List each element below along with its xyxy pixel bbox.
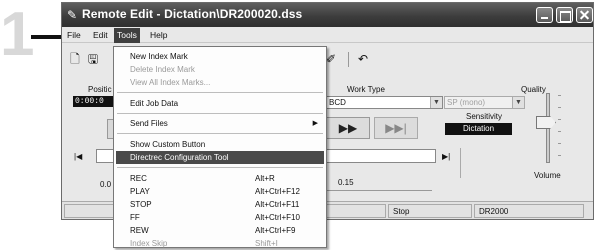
work-type-select[interactable]: BCD ▼ (326, 96, 443, 109)
skip-to-end-icon[interactable]: ▶| (442, 152, 452, 162)
work-type-label: Work Type (347, 85, 385, 94)
volume-tick (558, 107, 561, 108)
volume-tick (558, 143, 561, 144)
step-number: 1 (0, 0, 35, 69)
fast-forward-button[interactable]: ▶▶ (326, 117, 370, 139)
shortcut-label: Alt+R (255, 174, 275, 183)
shortcut-label: Alt+Ctrl+F9 (255, 226, 296, 235)
undo-icon[interactable]: ↶ (355, 51, 371, 67)
new-file-icon[interactable]: 🗋 (67, 51, 83, 67)
window-title: Remote Edit - Dictation\DR200020.dss (82, 7, 303, 21)
menu-item-rec[interactable]: REC Alt+R (116, 172, 324, 185)
minimize-button[interactable] (536, 7, 553, 23)
menu-help[interactable]: Help (150, 30, 167, 40)
menu-separator (117, 167, 323, 168)
status-device: DR2000 (474, 204, 584, 218)
volume-slider-thumb[interactable] (536, 116, 556, 129)
quality-value: SP (mono) (447, 98, 486, 107)
menu-item-delete-index-mark: Delete Index Mark (130, 65, 195, 74)
menu-item-play[interactable]: PLAY Alt+Ctrl+F12 (116, 185, 324, 198)
command-label: FF (130, 213, 140, 222)
volume-label: Volume (534, 171, 561, 180)
menu-separator (117, 113, 323, 114)
close-button[interactable] (576, 7, 593, 23)
volume-tick (558, 95, 561, 96)
menu-item-view-all-index-marks: View All Index Marks... (130, 78, 211, 87)
skip-to-start-icon[interactable]: |◀ (74, 152, 84, 162)
position-label: Positic (88, 85, 112, 94)
chevron-down-icon[interactable]: ▼ (430, 97, 442, 108)
menu-item-edit-job-data[interactable]: Edit Job Data (116, 97, 324, 110)
quality-label: Quality (521, 85, 546, 94)
quality-select[interactable]: SP (mono) ▼ (444, 96, 525, 109)
command-label: Index Skip (130, 239, 168, 248)
status-state: Stop (388, 204, 472, 218)
shortcut-label: Alt+Ctrl+F11 (255, 200, 300, 209)
command-label: PLAY (130, 187, 150, 196)
send-files-label: Send Files (130, 119, 168, 128)
maximize-button[interactable] (556, 7, 573, 23)
chevron-down-icon[interactable]: ▼ (512, 97, 524, 108)
toolbar-divider (348, 52, 349, 67)
submenu-arrow-icon: ▶ (312, 120, 318, 127)
menu-separator (117, 92, 323, 93)
menu-item-index-skip: Index Skip Shift+I (116, 237, 324, 250)
volume-tick (558, 155, 561, 156)
scale-value: 0.15 (338, 178, 354, 187)
level-meter (460, 148, 480, 178)
volume-tick (558, 119, 561, 120)
command-label: REC (130, 174, 147, 183)
position-display: 0:00:0 (73, 96, 113, 107)
sensitivity-display[interactable]: Dictation (445, 123, 512, 135)
sensitivity-label: Sensitivity (466, 112, 503, 121)
command-label: STOP (130, 200, 152, 209)
scale-start-value: 0.0 (100, 180, 112, 189)
title-bar: ✎ Remote Edit - Dictation\DR200020.dss (62, 3, 593, 27)
skip-forward-button[interactable]: ▶▶| (374, 117, 418, 139)
menu-tools[interactable]: Tools (114, 28, 140, 43)
menu-item-rew[interactable]: REW Alt+Ctrl+F9 (116, 224, 324, 237)
menu-edit[interactable]: Edit (93, 30, 108, 40)
pen-icon: ✎ (67, 8, 78, 22)
menu-item-new-index-mark[interactable]: New Index Mark (116, 50, 324, 63)
menu-item-send-files[interactable]: Send Files ▶ (116, 117, 324, 130)
menu-item-stop[interactable]: STOP Alt+Ctrl+F11 (116, 198, 324, 211)
menu-file[interactable]: File (67, 30, 81, 40)
tools-menu: New Index Mark Delete Index Mark View Al… (113, 46, 327, 248)
menu-item-show-custom-button[interactable]: Show Custom Button (116, 138, 324, 151)
shortcut-label: Alt+Ctrl+F10 (255, 213, 300, 222)
menu-bar: File Edit Tools Help (62, 28, 593, 43)
shortcut-label: Shift+I (255, 239, 278, 248)
command-label: REW (130, 226, 149, 235)
volume-tick (558, 131, 561, 132)
save-icon[interactable]: 🖫 (85, 51, 101, 67)
work-type-value: BCD (329, 98, 346, 107)
menu-item-directrec-configuration-tool[interactable]: Directrec Configuration Tool (116, 151, 324, 164)
position-slider-right[interactable] (326, 149, 436, 163)
menu-item-ff[interactable]: FF Alt+Ctrl+F10 (116, 211, 324, 224)
shortcut-label: Alt+Ctrl+F12 (255, 187, 300, 196)
menu-separator (117, 133, 323, 134)
